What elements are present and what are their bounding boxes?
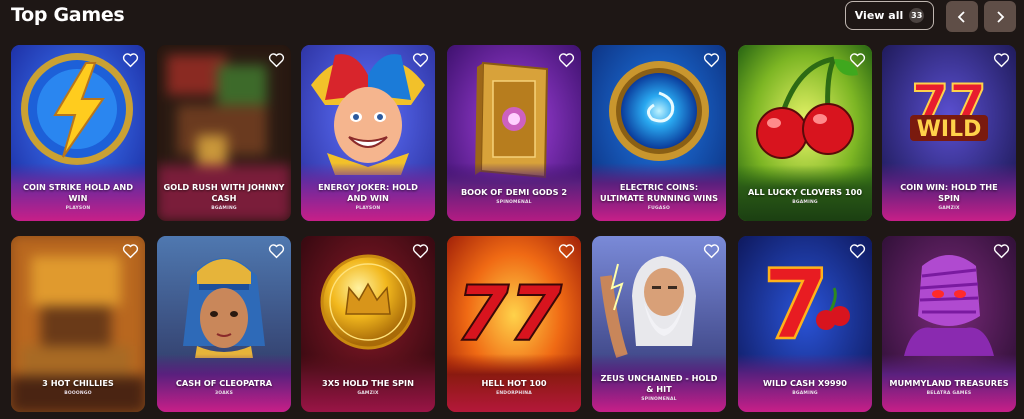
favorite-button[interactable] [268, 52, 285, 68]
game-caption: 3 HOT CHILLIES BOOONGO [11, 362, 145, 412]
game-caption: COIN WIN: HOLD THE SPIN GAMZIX [882, 171, 1016, 221]
favorite-button[interactable] [703, 52, 720, 68]
heart-outline-icon [558, 244, 575, 259]
game-name: GOLD RUSH WITH JOHNNY CASH [163, 181, 285, 203]
svg-text:WILD: WILD [917, 117, 982, 142]
game-card[interactable]: 3 HOT CHILLIES BOOONGO [11, 236, 145, 412]
heart-outline-icon [993, 53, 1010, 68]
game-provider: SPINOMENAL [496, 200, 532, 205]
game-card[interactable]: 3X5 HOLD THE SPIN GAMZIX [301, 236, 435, 412]
game-provider: BGAMING [211, 205, 237, 211]
game-provider: GAMZIX [938, 205, 960, 211]
game-card[interactable]: 77 WILD COIN WIN: HOLD THE SPIN GAMZIX [882, 45, 1016, 221]
section-title: Top Games [11, 4, 125, 26]
view-all-button[interactable]: View all 33 [845, 1, 934, 30]
game-name: WILD CASH X9990 [763, 378, 847, 388]
game-card[interactable]: COIN STRIKE HOLD AND WIN PLAYSON [11, 45, 145, 221]
game-provider: ENDORPHINA [496, 391, 532, 396]
game-name: BOOK OF DEMI GODS 2 [460, 187, 568, 197]
game-name: 3 HOT CHILLIES [42, 378, 114, 388]
game-name: CASH OF CLEOPATRA [175, 378, 273, 388]
game-card[interactable]: GOLD RUSH WITH JOHNNY CASH BGAMING [157, 45, 291, 221]
game-provider: 3OAKS [214, 391, 234, 396]
game-card[interactable]: MUMMYLAND TREASURES BELATRA GAMES [882, 236, 1016, 412]
favorite-button[interactable] [993, 52, 1010, 68]
games-count-badge: 33 [909, 8, 925, 23]
heart-outline-icon [849, 244, 866, 259]
next-button[interactable] [984, 1, 1016, 32]
game-caption: CASH OF CLEOPATRA 3OAKS [157, 362, 291, 412]
game-name: MUMMYLAND TREASURES [889, 378, 1009, 388]
favorite-button[interactable] [703, 243, 720, 259]
game-name: HELL HOT 100 [481, 378, 547, 388]
heart-outline-icon [412, 244, 429, 259]
heart-outline-icon [993, 244, 1010, 259]
game-name: ALL LUCKY CLOVERS 100 [747, 187, 863, 197]
game-caption: WILD CASH X9990 BGAMING [738, 362, 872, 412]
game-caption: HELL HOT 100 ENDORPHINA [447, 362, 581, 412]
chevron-left-icon [957, 10, 965, 23]
game-caption: BOOK OF DEMI GODS 2 SPINOMENAL [447, 171, 581, 221]
game-provider: GAMZIX [357, 391, 379, 396]
favorite-button[interactable] [993, 243, 1010, 259]
game-name: ELECTRIC COINS: ULTIMATE RUNNING WINS [600, 181, 718, 203]
game-caption: ENERGY JOKER: HOLD AND WIN PLAYSON [301, 171, 435, 221]
heart-outline-icon [268, 53, 285, 68]
heart-outline-icon [703, 244, 720, 259]
game-caption: ELECTRIC COINS: ULTIMATE RUNNING WINS FU… [592, 171, 726, 221]
game-provider: SPINOMENAL [641, 396, 677, 402]
heart-outline-icon [412, 53, 429, 68]
game-caption: COIN STRIKE HOLD AND WIN PLAYSON [11, 171, 145, 221]
game-provider: BGAMING [792, 391, 818, 396]
heart-outline-icon [558, 53, 575, 68]
game-card[interactable]: ZEUS UNCHAINED - HOLD & HIT SPINOMENAL [592, 236, 726, 412]
game-provider: BOOONGO [64, 391, 92, 396]
game-caption: 3X5 HOLD THE SPIN GAMZIX [301, 362, 435, 412]
game-card[interactable]: CASH OF CLEOPATRA 3OAKS [157, 236, 291, 412]
svg-text:7: 7 [763, 249, 830, 361]
game-card[interactable]: ALL LUCKY CLOVERS 100 BGAMING [738, 45, 872, 221]
game-card[interactable]: ENERGY JOKER: HOLD AND WIN PLAYSON [301, 45, 435, 221]
favorite-button[interactable] [122, 52, 139, 68]
game-provider: FUGASO [647, 205, 671, 211]
game-provider: PLAYSON [355, 205, 381, 211]
svg-text:77: 77 [456, 269, 562, 358]
favorite-button[interactable] [558, 52, 575, 68]
game-caption: MUMMYLAND TREASURES BELATRA GAMES [882, 362, 1016, 412]
game-card[interactable]: 7 WILD CASH X9990 BGAMING [738, 236, 872, 412]
chevron-right-icon [997, 10, 1005, 23]
game-card[interactable]: 77 HELL HOT 100 ENDORPHINA [447, 236, 581, 412]
favorite-button[interactable] [122, 243, 139, 259]
heart-outline-icon [122, 244, 139, 259]
favorite-button[interactable] [268, 243, 285, 259]
view-all-label: View all [854, 9, 904, 22]
game-caption: GOLD RUSH WITH JOHNNY CASH BGAMING [157, 171, 291, 221]
game-name: COIN WIN: HOLD THE SPIN [900, 181, 998, 203]
heart-outline-icon [122, 53, 139, 68]
favorite-button[interactable] [558, 243, 575, 259]
game-provider: BGAMING [792, 200, 818, 205]
favorite-button[interactable] [849, 52, 866, 68]
game-name: ENERGY JOKER: HOLD AND WIN [318, 181, 418, 203]
game-provider: BELATRA GAMES [926, 391, 972, 396]
game-caption: ZEUS UNCHAINED - HOLD & HIT SPINOMENAL [592, 362, 726, 412]
favorite-button[interactable] [849, 243, 866, 259]
game-name: 3X5 HOLD THE SPIN [322, 378, 414, 388]
heart-outline-icon [703, 53, 720, 68]
game-card[interactable]: BOOK OF DEMI GODS 2 SPINOMENAL [447, 45, 581, 221]
game-name: COIN STRIKE HOLD AND WIN [23, 181, 133, 203]
favorite-button[interactable] [412, 52, 429, 68]
game-caption: ALL LUCKY CLOVERS 100 BGAMING [738, 171, 872, 221]
heart-outline-icon [268, 244, 285, 259]
favorite-button[interactable] [412, 243, 429, 259]
heart-outline-icon [849, 53, 866, 68]
game-card[interactable]: ELECTRIC COINS: ULTIMATE RUNNING WINS FU… [592, 45, 726, 221]
previous-button[interactable] [946, 1, 978, 32]
game-name: ZEUS UNCHAINED - HOLD & HIT [600, 372, 718, 394]
game-provider: PLAYSON [65, 205, 91, 211]
